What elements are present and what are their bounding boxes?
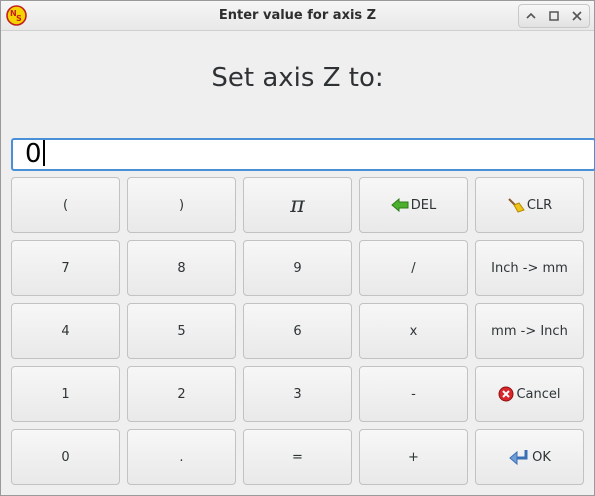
minus-button[interactable]: - [359,366,468,422]
window-title: Enter value for axis Z [218,8,377,23]
multiply-button[interactable]: x [359,303,468,359]
eight-button[interactable]: 8 [127,240,236,296]
clr-label: CLR [526,197,553,213]
value-input[interactable]: 0 [11,138,595,171]
eight-label: 8 [177,260,186,276]
three-label: 3 [293,386,302,402]
five-button[interactable]: 5 [127,303,236,359]
mm-to-inch-label: mm -> Inch [491,323,568,339]
four-label: 4 [61,323,70,339]
divide-button[interactable]: / [359,240,468,296]
minus-label: - [411,386,416,402]
pi-button[interactable]: π [243,177,352,233]
nine-label: 9 [293,260,302,276]
three-button[interactable]: 3 [243,366,352,422]
one-button[interactable]: 1 [11,366,120,422]
open-paren-label: ( [62,197,69,213]
prompt-heading: Set axis Z to: [211,63,384,93]
close-icon[interactable] [569,8,585,24]
ok-button[interactable]: OK [475,429,584,485]
plus-button[interactable]: + [359,429,468,485]
six-button[interactable]: 6 [243,303,352,359]
clr-button[interactable]: CLR [475,177,584,233]
title-bar[interactable]: N S Enter value for axis Z [1,1,594,31]
restore-icon[interactable] [523,8,539,24]
broom-icon [507,197,525,213]
value-text: 0 [25,139,42,169]
five-label: 5 [177,323,186,339]
zero-button[interactable]: 0 [11,429,120,485]
del-button[interactable]: DEL [359,177,468,233]
divide-label: / [411,260,416,276]
two-button[interactable]: 2 [127,366,236,422]
dialog-window: N S Enter value for axis Z Set axis Z to… [0,0,595,496]
text-caret [42,140,45,166]
open-paren-button[interactable]: ( [11,177,120,233]
seven-button[interactable]: 7 [11,240,120,296]
pi-label: π [290,192,305,218]
window-controls [518,4,590,28]
equals-button[interactable]: = [243,429,352,485]
zero-label: 0 [61,449,70,465]
cancel-label: Cancel [516,386,561,402]
close-paren-button[interactable]: ) [127,177,236,233]
ok-label: OK [532,449,551,465]
arrow-left-icon [390,198,409,212]
six-label: 6 [293,323,302,339]
one-label: 1 [61,386,70,402]
equals-label: = [292,449,303,465]
close-paren-label: ) [178,197,185,213]
del-label: DEL [410,197,437,213]
seven-label: 7 [61,260,70,276]
cancel-icon [498,386,514,402]
enter-icon [508,448,530,466]
dot-label: . [179,449,184,465]
nine-button[interactable]: 9 [243,240,352,296]
inch-to-mm-button[interactable]: Inch -> mm [475,240,584,296]
multiply-label: x [409,323,418,339]
four-button[interactable]: 4 [11,303,120,359]
plus-label: + [408,449,419,465]
mm-to-inch-button[interactable]: mm -> Inch [475,303,584,359]
inch-to-mm-label: Inch -> mm [491,260,568,276]
maximize-icon[interactable] [546,8,562,24]
cancel-button[interactable]: Cancel [475,366,584,422]
dot-button[interactable]: . [127,429,236,485]
two-label: 2 [177,386,186,402]
